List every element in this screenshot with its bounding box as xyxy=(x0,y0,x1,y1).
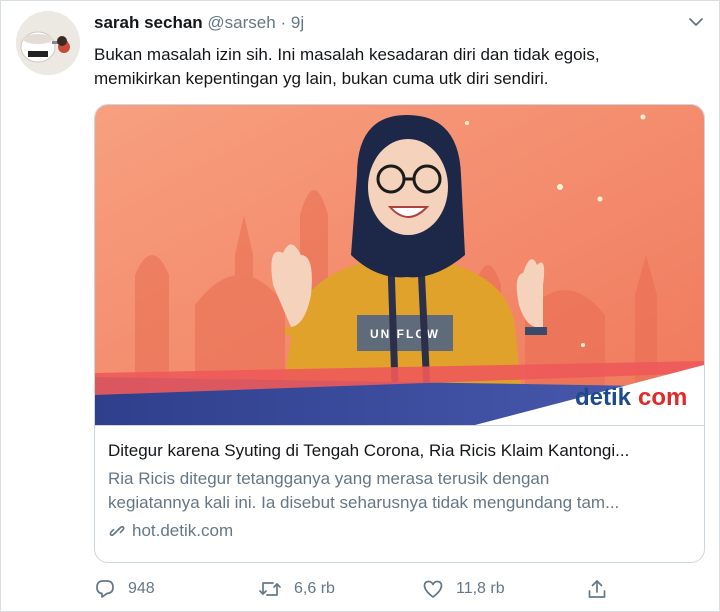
chevron-down-icon xyxy=(689,18,703,26)
user-handle[interactable]: @sarseh xyxy=(207,13,275,32)
share-button[interactable] xyxy=(586,578,608,600)
card-domain[interactable]: hot.detik.com xyxy=(108,521,690,541)
link-icon xyxy=(109,525,125,537)
card-description-line: Ria Ricis ditegur tetangganya yang meras… xyxy=(108,469,550,488)
share-icon xyxy=(588,580,606,598)
like-button[interactable]: 11,8 rb xyxy=(422,578,505,600)
tweet-text-line: Bukan masalah izin sih. Ini masalah kesa… xyxy=(94,45,600,64)
tweet-container: sarah sechan @sarseh · 9j Bukan masalah … xyxy=(0,0,720,612)
tweet-timestamp[interactable]: 9j xyxy=(291,13,304,32)
retweet-icon xyxy=(259,582,281,596)
tweet-text-line: memikirkan kepentingan yg lain, bukan cu… xyxy=(94,69,549,88)
avatar-image xyxy=(16,11,80,75)
retweet-button[interactable]: 6,6 rb xyxy=(258,578,335,600)
avatar[interactable] xyxy=(16,11,80,75)
svg-text:com: com xyxy=(638,384,687,411)
reply-button[interactable]: 948 xyxy=(94,578,155,600)
card-description-line: kegiatannya kali ini. Ia disebut seharus… xyxy=(108,493,620,512)
tweet-header: sarah sechan @sarseh · 9j xyxy=(94,13,304,33)
like-icon xyxy=(423,580,443,598)
display-name[interactable]: sarah sechan xyxy=(94,13,203,32)
card-image: UNIFLOW detik com xyxy=(95,105,704,425)
tweet-actions: 948 6,6 rb 11,8 rb xyxy=(94,578,614,604)
reply-count: 948 xyxy=(128,580,155,597)
like-count: 11,8 rb xyxy=(456,580,505,597)
card-body: Ditegur karena Syuting di Tengah Corona,… xyxy=(95,425,704,562)
retweet-count: 6,6 rb xyxy=(294,580,335,597)
more-options-button[interactable] xyxy=(687,13,705,31)
reply-icon xyxy=(96,580,114,598)
card-image-illustration: UNIFLOW detik com xyxy=(95,105,704,425)
svg-text:detik: detik xyxy=(575,384,632,411)
card-title[interactable]: Ditegur karena Syuting di Tengah Corona,… xyxy=(108,439,690,463)
link-preview-card[interactable]: UNIFLOW detik com Ditegur karena Syuting… xyxy=(94,104,705,563)
card-description: Ria Ricis ditegur tetangganya yang meras… xyxy=(108,467,690,515)
tweet-text: Bukan masalah izin sih. Ini masalah kesa… xyxy=(94,43,694,91)
separator-dot: · xyxy=(280,13,287,32)
card-domain-label: hot.detik.com xyxy=(132,521,234,540)
svg-text:UNIFLOW: UNIFLOW xyxy=(370,327,440,341)
